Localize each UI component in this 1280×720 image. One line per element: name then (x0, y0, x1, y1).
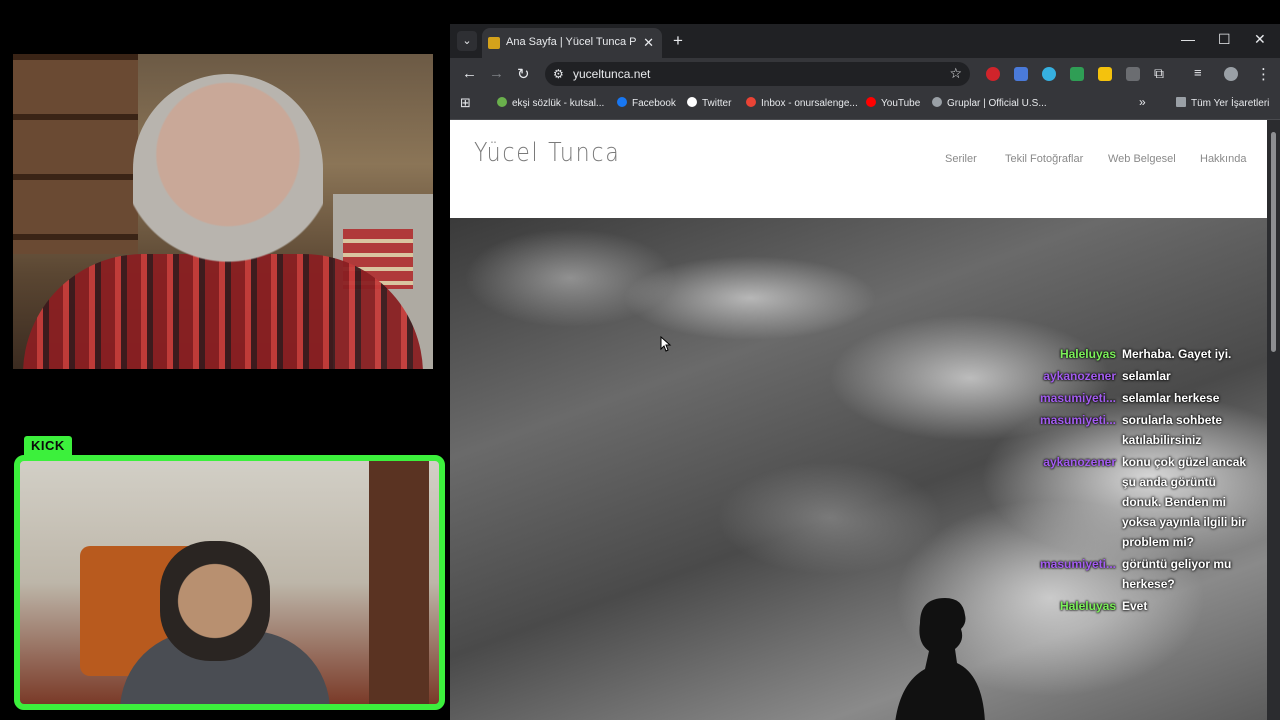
bookmark-youtube[interactable]: YouTube (866, 97, 920, 109)
streamer-webcam (14, 455, 445, 710)
door (369, 461, 429, 704)
chat-text: görüntü geliyor mu herkese? (1122, 557, 1232, 591)
scrollbar-thumb[interactable] (1271, 132, 1276, 352)
chat-username: Haleluyas (1059, 599, 1116, 613)
bookmark-twitter[interactable]: Twitter (687, 97, 731, 109)
site-logo[interactable]: Yücel Tunca (474, 138, 620, 168)
extension-adblock-icon[interactable] (986, 67, 1000, 81)
chat-text: selamlar herkese (1122, 391, 1220, 405)
all-bookmarks-folder[interactable]: Tüm Yer İşaretleri (1176, 97, 1269, 109)
chat-overlay: Haleluyas Merhaba. Gayet iyi. aykanozene… (1010, 344, 1270, 618)
chat-username: masumiyeti... (1039, 557, 1116, 571)
media-control-icon[interactable]: ≡ (1194, 65, 1202, 80)
tab-bar: ⌄ Ana Sayfa | Yücel Tunca Photog ✕ + — ☐… (450, 24, 1280, 58)
toolbar: ← → ↻ ⚙ yuceltunca.net ☆ ⧉ ≡ ⋮ (450, 58, 1280, 90)
tab-close-icon[interactable]: ✕ (643, 35, 654, 51)
chat-message: Haleluyas Merhaba. Gayet iyi. (1010, 344, 1270, 364)
streamer-face (160, 541, 270, 661)
bookmarks-bar: ⊞ ekşi sözlük - kutsal... Facebook Twitt… (450, 90, 1280, 120)
site-favicon-icon (488, 37, 500, 49)
extension-b-icon[interactable] (1070, 67, 1084, 81)
bookmark-eksi[interactable]: ekşi sözlük - kutsal... (497, 97, 604, 109)
menu-hakkinda[interactable]: Hakkında (1200, 153, 1246, 165)
chat-text: Evet (1122, 599, 1148, 613)
tab-title: Ana Sayfa | Yücel Tunca Photog (506, 36, 636, 48)
group-icon (932, 97, 942, 107)
bookshelf (13, 54, 138, 254)
extensions-puzzle-icon[interactable]: ⧉ (1154, 65, 1164, 82)
site-info-icon[interactable]: ⚙ (553, 67, 564, 81)
gmail-icon (746, 97, 756, 107)
chat-message: masumiyeti... görüntü geliyor mu herkese… (1010, 554, 1270, 594)
chat-text: Merhaba. Gayet iyi. (1122, 347, 1232, 361)
menu-kebab-icon[interactable]: ⋮ (1256, 65, 1271, 83)
site-header: Yücel Tunca Seriler Tekil Fotoğraflar We… (450, 120, 1267, 218)
maximize-button[interactable]: ☐ (1218, 31, 1231, 48)
chat-username: Haleluyas (1059, 347, 1116, 361)
bookmark-facebook[interactable]: Facebook (617, 97, 676, 109)
back-icon[interactable]: ← (462, 65, 477, 82)
menu-tekil-fotograflar[interactable]: Tekil Fotoğraflar (1005, 153, 1083, 165)
more-bookmarks-icon[interactable]: » (1139, 95, 1146, 109)
url-text[interactable]: yuceltunca.net (573, 67, 650, 81)
extension-translate-icon[interactable] (1014, 67, 1028, 81)
new-tab-button[interactable]: + (673, 31, 683, 51)
extension-notes-icon[interactable] (1098, 67, 1112, 81)
extension-gem-icon[interactable] (1042, 67, 1056, 81)
host-face (133, 74, 323, 304)
menu-web-belgesel[interactable]: Web Belgesel (1108, 153, 1176, 165)
chat-message: aykanozener konu çok güzel ancak şu anda… (1010, 452, 1270, 552)
mouse-cursor-icon (660, 336, 672, 352)
chat-username: masumiyeti... (1039, 413, 1116, 427)
chat-text: selamlar (1122, 369, 1171, 383)
chat-message: Haleluyas Evet (1010, 596, 1270, 616)
silhouette-figure (895, 598, 985, 720)
x-icon (687, 97, 697, 107)
minimize-button[interactable]: — (1181, 31, 1195, 47)
youtube-icon (866, 97, 876, 107)
bookmark-gruplar[interactable]: Gruplar | Official U.S... (932, 97, 1047, 109)
chat-username: aykanozener (1043, 369, 1116, 383)
chat-message: masumiyeti... selamlar herkese (1010, 388, 1270, 408)
chat-message: aykanozener selamlar (1010, 366, 1270, 386)
bookmark-gmail[interactable]: Inbox - onursalenge... (746, 97, 858, 109)
folder-icon (1176, 97, 1186, 107)
kick-logo: KICK (24, 436, 72, 455)
extension-screenshot-icon[interactable] (1126, 67, 1140, 81)
drop-icon (497, 97, 507, 107)
profile-avatar-icon[interactable] (1224, 67, 1238, 81)
tab-search-button[interactable]: ⌄ (457, 31, 477, 51)
host-webcam (13, 54, 433, 369)
close-window-button[interactable]: ✕ (1254, 31, 1266, 48)
apps-grid-icon[interactable]: ⊞ (460, 95, 471, 111)
address-bar[interactable]: ⚙ yuceltunca.net ☆ (545, 62, 970, 86)
chat-text: sorularla sohbete katılabilirsiniz (1122, 413, 1223, 447)
menu-seriler[interactable]: Seriler (945, 153, 977, 165)
chat-text: konu çok güzel ancak şu anda görüntü don… (1122, 455, 1247, 549)
facebook-icon (617, 97, 627, 107)
bookmark-star-icon[interactable]: ☆ (949, 65, 962, 82)
chat-username: masumiyeti... (1039, 391, 1116, 405)
chat-message: masumiyeti... sorularla sohbete katılabi… (1010, 410, 1270, 450)
tab-active[interactable]: Ana Sayfa | Yücel Tunca Photog ✕ (482, 28, 662, 58)
reload-icon[interactable]: ↻ (517, 65, 530, 83)
chat-username: aykanozener (1043, 455, 1116, 469)
forward-icon[interactable]: → (489, 65, 504, 82)
